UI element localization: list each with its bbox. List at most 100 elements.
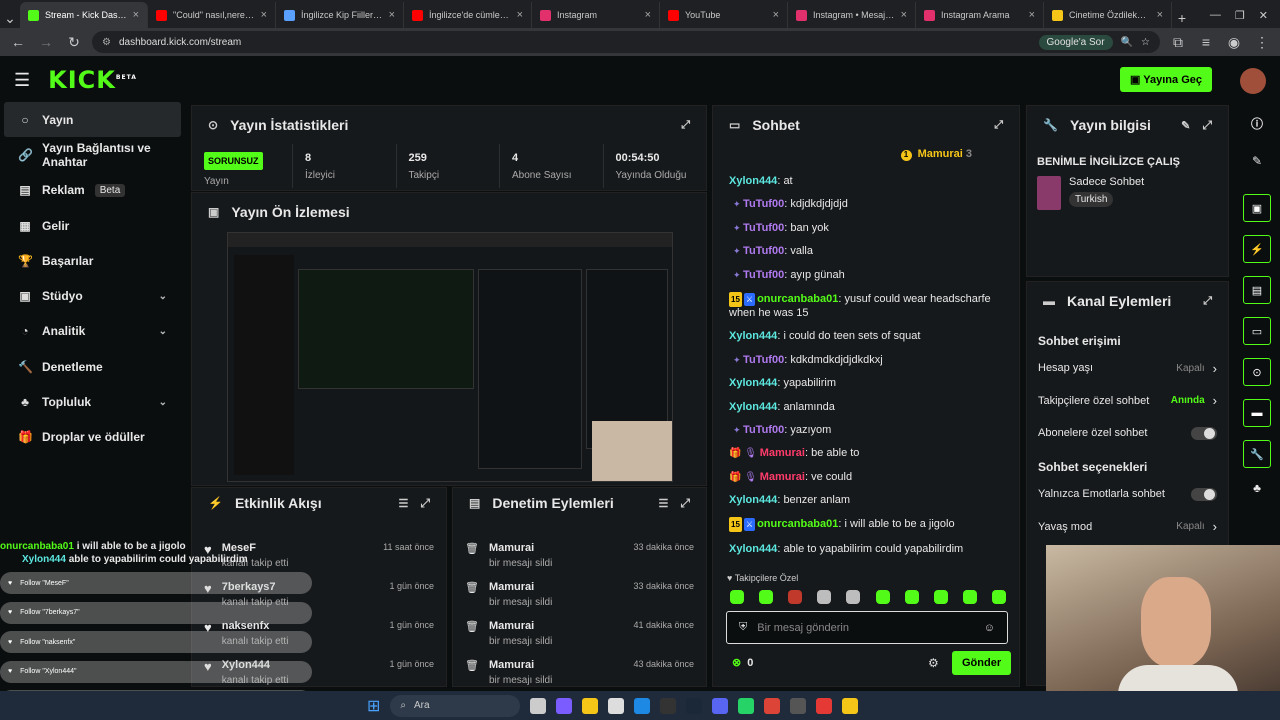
browser-tab[interactable]: Cinetime ÖzdilekPark × xyxy=(1044,2,1172,28)
emote-icon[interactable] xyxy=(991,590,1006,604)
sidebar-item[interactable]: ▤ Reklam Beta xyxy=(0,173,185,208)
tab-close-icon[interactable]: × xyxy=(645,9,651,21)
rail-actions-icon[interactable]: ▬ xyxy=(1243,399,1271,427)
chat-username[interactable]: TuTuf00 xyxy=(743,222,784,234)
chat-username[interactable]: Xylon444 xyxy=(729,494,777,506)
discord-icon[interactable] xyxy=(712,697,729,714)
emote-icon[interactable] xyxy=(875,590,890,604)
filter-icon[interactable]: ☰ xyxy=(659,497,669,510)
minimize-icon[interactable]: — xyxy=(1210,9,1221,22)
tab-close-icon[interactable]: × xyxy=(261,9,267,21)
chat-username[interactable]: Xylon444 xyxy=(729,330,777,342)
hamburger-menu-icon[interactable]: ☰ xyxy=(14,70,30,91)
chevron-down-icon[interactable]: ⌄ xyxy=(159,291,167,302)
moderation-row[interactable]: 🗑 Mamurai bir mesajı sildi 43 dakika önce xyxy=(453,649,706,688)
expand-icon[interactable]: ⤢ xyxy=(1202,118,1212,133)
setting-row[interactable]: Hesap yaşı Kapalı › xyxy=(1027,352,1228,385)
windows-start-icon[interactable]: ⊞ xyxy=(367,696,380,716)
tab-close-icon[interactable]: × xyxy=(389,9,395,21)
toggle-switch[interactable] xyxy=(1191,487,1217,501)
chevron-down-icon[interactable]: ⌄ xyxy=(159,397,167,408)
emote-icon[interactable] xyxy=(817,590,832,604)
emoji-icon[interactable]: ☺ xyxy=(984,622,995,634)
chat-username[interactable]: TuTuf00 xyxy=(743,245,784,257)
rail-community-icon[interactable]: ♣ xyxy=(1234,481,1280,495)
app-icon[interactable] xyxy=(816,697,833,714)
rail-preview-icon[interactable]: ▣ xyxy=(1243,194,1271,222)
chat-username[interactable]: Mamurai xyxy=(760,471,805,483)
browser-tab[interactable]: Instagram Arama × xyxy=(916,2,1044,28)
expand-icon[interactable]: ⤢ xyxy=(680,496,690,511)
forward-icon[interactable]: → xyxy=(36,32,56,52)
emote-icon[interactable] xyxy=(904,590,919,604)
tab-close-icon[interactable]: × xyxy=(133,9,139,21)
browser-tab[interactable]: "Could" nasıl,nerede × xyxy=(148,2,276,28)
browser-tab[interactable]: Instagram • Mesajlar × xyxy=(788,2,916,28)
send-button[interactable]: Gönder xyxy=(952,651,1012,675)
reload-icon[interactable]: ↻ xyxy=(64,32,84,52)
setting-row[interactable]: Takipçilere özel sohbet Anında › xyxy=(1027,385,1228,418)
toggle-switch[interactable] xyxy=(1191,426,1217,440)
rail-chat-icon[interactable]: ▭ xyxy=(1243,317,1271,345)
address-bar[interactable]: ⚙ dashboard.kick.com/stream Google'a Sor… xyxy=(92,31,1160,53)
bookmark-star-icon[interactable]: ☆ xyxy=(1141,37,1150,48)
sidebar-item[interactable]: ▦ Gelir xyxy=(0,208,185,243)
tab-close-icon[interactable]: × xyxy=(773,9,779,21)
moderation-row[interactable]: 🗑 Mamurai bir mesajı sildi 41 dakika önce xyxy=(453,610,706,649)
chat-username[interactable]: TuTuf00 xyxy=(743,269,784,281)
chrome-icon[interactable] xyxy=(764,697,781,714)
steam-icon[interactable] xyxy=(686,697,703,714)
edit-layout-icon[interactable]: ✎ xyxy=(1234,154,1280,194)
epic-icon[interactable] xyxy=(660,697,677,714)
chat-settings-icon[interactable]: ⚙ xyxy=(928,656,939,670)
setting-row[interactable]: Abonelere özel sohbet xyxy=(1027,417,1228,450)
rail-stats-icon[interactable]: ⊙ xyxy=(1243,358,1271,386)
profile-icon[interactable]: ◉ xyxy=(1224,32,1244,52)
restore-icon[interactable]: ❐ xyxy=(1235,9,1245,22)
user-avatar[interactable] xyxy=(1240,68,1266,94)
zoom-icon[interactable]: 🔍 xyxy=(1121,37,1133,48)
edit-icon[interactable]: ✎ xyxy=(1181,119,1190,132)
tab-close-icon[interactable]: × xyxy=(1157,9,1163,21)
expand-icon[interactable]: ⤢ xyxy=(994,119,1003,132)
chat-username[interactable]: onurcanbaba01 xyxy=(757,293,838,305)
go-live-button[interactable]: ▣ Yayına Geç xyxy=(1120,67,1212,92)
obs-icon[interactable] xyxy=(790,697,807,714)
sidebar-item[interactable]: ▣ Stüdyo ⌄ xyxy=(0,278,185,313)
kick-logo[interactable]: KICKBETA xyxy=(48,66,137,94)
chat-username[interactable]: TuTuf00 xyxy=(743,424,784,436)
menu-icon[interactable]: ⋮ xyxy=(1252,32,1272,52)
sidebar-item[interactable]: 🔗 Yayın Bağlantısı ve Anahtar xyxy=(0,137,185,172)
emote-icon[interactable] xyxy=(962,590,977,604)
setting-row[interactable]: Yavaş mod Kapalı › xyxy=(1027,510,1228,543)
category-name[interactable]: Sadece Sohbet xyxy=(1069,176,1144,188)
explorer-icon[interactable] xyxy=(582,697,599,714)
copilot-icon[interactable] xyxy=(556,697,573,714)
edge-icon[interactable] xyxy=(634,697,651,714)
chat-username[interactable]: TuTuf00 xyxy=(743,354,784,366)
google-ask-button[interactable]: Google'a Sor xyxy=(1038,34,1113,50)
moderation-row[interactable]: 🗑 Mamurai bir mesajı sildi 33 dakika önce xyxy=(453,532,706,571)
extensions-icon[interactable]: ⧉ xyxy=(1168,32,1188,52)
rail-activity-icon[interactable]: ⚡ xyxy=(1243,235,1271,263)
chat-username[interactable]: onurcanbaba01 xyxy=(757,518,838,530)
setting-row[interactable]: Yalnızca Emotlarla sohbet xyxy=(1027,478,1228,511)
back-icon[interactable]: ← xyxy=(8,32,28,52)
browser-tab[interactable]: Instagram × xyxy=(532,2,660,28)
chat-username[interactable]: TuTuf00 xyxy=(743,198,784,210)
browser-tab[interactable]: YouTube × xyxy=(660,2,788,28)
tab-close-icon[interactable]: × xyxy=(517,9,523,21)
expand-icon[interactable]: ⤢ xyxy=(681,119,690,132)
taskview-icon[interactable] xyxy=(530,697,547,714)
sidebar-item[interactable]: 🎁 Droplar ve ödüller xyxy=(0,420,185,455)
emote-icon[interactable] xyxy=(730,590,744,604)
expand-icon[interactable]: ⤢ xyxy=(420,496,430,511)
rail-moderation-icon[interactable]: ▤ xyxy=(1243,276,1271,304)
moderation-row[interactable]: 🗑 Mamurai bir mesajı sildi 33 dakika önce xyxy=(453,571,706,610)
sidebar-item[interactable]: ♣ Topluluk ⌄ xyxy=(0,384,185,419)
chat-username[interactable]: Xylon444 xyxy=(729,175,777,187)
sidebar-item[interactable]: 🔨 Denetleme xyxy=(0,349,185,384)
browser-tab[interactable]: İngilizce Kip Fiilleri (M × xyxy=(276,2,404,28)
whatsapp-icon[interactable] xyxy=(738,697,755,714)
expand-icon[interactable]: ⤢ xyxy=(1203,295,1212,308)
